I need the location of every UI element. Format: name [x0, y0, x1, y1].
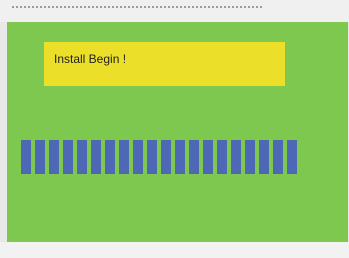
status-message-box: Install Begin !: [44, 42, 285, 86]
progress-segment: [91, 140, 101, 174]
progress-segment: [49, 140, 59, 174]
top-divider: [12, 6, 262, 8]
progress-segment: [189, 140, 199, 174]
progress-segment: [147, 140, 157, 174]
progress-segment: [273, 140, 283, 174]
progress-segment: [35, 140, 45, 174]
progress-segment: [119, 140, 129, 174]
progress-segment: [105, 140, 115, 174]
status-message: Install Begin !: [54, 52, 127, 66]
progress-segment: [203, 140, 213, 174]
progress-segment: [63, 140, 73, 174]
install-progress-bar: [21, 140, 297, 174]
progress-segment: [77, 140, 87, 174]
progress-segment: [21, 140, 31, 174]
top-strip: [0, 0, 349, 22]
progress-segment: [175, 140, 185, 174]
progress-segment: [259, 140, 269, 174]
progress-segment: [161, 140, 171, 174]
bottom-strip: [0, 242, 349, 258]
progress-segment: [133, 140, 143, 174]
progress-segment: [231, 140, 241, 174]
install-screen: Install Begin !: [7, 22, 348, 242]
progress-segment: [245, 140, 255, 174]
progress-segment: [287, 140, 297, 174]
progress-segment: [217, 140, 227, 174]
